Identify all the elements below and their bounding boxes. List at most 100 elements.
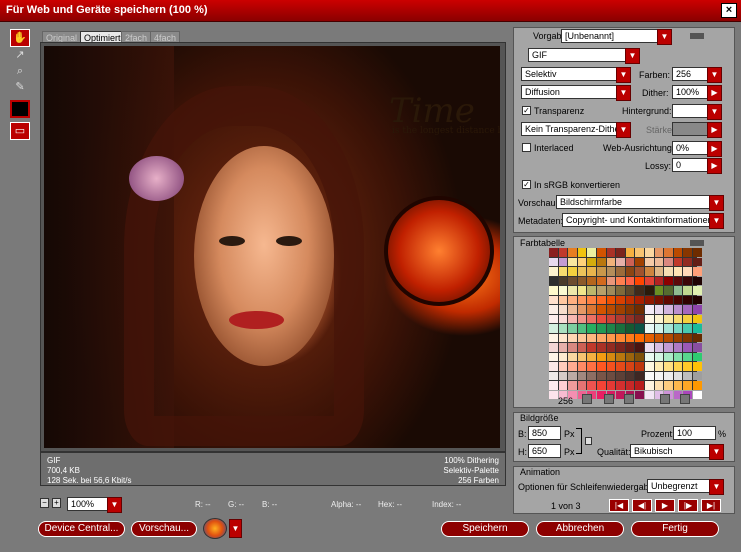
color-swatch[interactable] [654, 305, 664, 314]
color-swatch[interactable] [673, 371, 683, 380]
color-swatch[interactable] [558, 333, 568, 342]
color-swatch[interactable] [683, 343, 692, 352]
color-swatch[interactable] [596, 314, 606, 323]
eyedropper-tool-icon[interactable]: ✎ [10, 79, 30, 97]
color-swatch[interactable] [616, 276, 625, 285]
color-swatch[interactable] [635, 276, 644, 285]
color-swatch[interactable] [549, 305, 558, 314]
color-swatch[interactable] [635, 343, 644, 352]
optimize-menu-icon[interactable] [690, 33, 704, 39]
color-swatch[interactable] [549, 286, 558, 295]
last-frame-button[interactable]: ▶| [701, 499, 721, 512]
color-swatch[interactable] [549, 324, 558, 333]
color-swatch[interactable] [568, 362, 577, 371]
color-swatch[interactable] [625, 314, 635, 323]
color-swatch[interactable] [596, 267, 606, 276]
color-swatch[interactable] [644, 390, 654, 399]
vorschau-select[interactable]: Bildschirmfarbe ▼ [556, 195, 724, 211]
browser-icon[interactable] [203, 518, 227, 539]
color-swatch[interactable] [616, 352, 625, 361]
color-swatch[interactable] [625, 286, 635, 295]
color-swatch[interactable] [664, 286, 673, 295]
color-swatch[interactable] [568, 381, 577, 390]
color-swatch[interactable] [558, 305, 568, 314]
color-swatch[interactable] [596, 362, 606, 371]
color-swatch[interactable] [635, 305, 644, 314]
color-swatch[interactable] [568, 333, 577, 342]
lossy-select[interactable]: 0 ▶ [672, 158, 722, 174]
color-swatch[interactable] [568, 371, 577, 380]
zoom-in-button[interactable]: + [52, 498, 61, 508]
color-swatch[interactable] [654, 371, 664, 380]
color-swatch[interactable] [644, 305, 654, 314]
color-swatch[interactable] [596, 286, 606, 295]
color-swatch[interactable] [616, 286, 625, 295]
color-swatch[interactable] [549, 343, 558, 352]
zoom-select[interactable]: 100% ▼ [67, 497, 122, 513]
color-swatch[interactable] [635, 381, 644, 390]
close-button[interactable]: × [721, 3, 737, 18]
color-swatch[interactable] [664, 371, 673, 380]
color-swatch[interactable] [606, 248, 616, 257]
delete-color-icon[interactable] [680, 394, 690, 404]
color-swatch[interactable] [577, 333, 587, 342]
color-swatch[interactable] [558, 295, 568, 304]
color-swatch[interactable] [558, 352, 568, 361]
color-swatch[interactable] [549, 362, 558, 371]
color-swatch[interactable] [692, 286, 702, 295]
color-swatch[interactable] [664, 333, 673, 342]
color-swatch[interactable] [692, 257, 702, 266]
color-swatch[interactable] [606, 314, 616, 323]
save-button[interactable]: Speichern [441, 521, 529, 537]
color-swatch[interactable] [673, 286, 683, 295]
color-swatch[interactable] [654, 343, 664, 352]
color-swatch[interactable] [558, 324, 568, 333]
color-swatch[interactable] [587, 248, 596, 257]
color-swatch[interactable] [606, 362, 616, 371]
color-swatch[interactable] [625, 324, 635, 333]
color-swatch[interactable] [558, 371, 568, 380]
color-swatch[interactable] [692, 276, 702, 285]
color-swatch[interactable] [683, 324, 692, 333]
color-swatch[interactable] [616, 371, 625, 380]
color-swatch[interactable] [625, 248, 635, 257]
color-swatch[interactable] [625, 362, 635, 371]
color-swatch[interactable] [549, 390, 558, 399]
color-swatch[interactable] [692, 343, 702, 352]
width-input[interactable]: 850 [528, 426, 561, 440]
color-swatch[interactable] [625, 276, 635, 285]
color-swatch[interactable] [587, 267, 596, 276]
color-swatch[interactable] [616, 314, 625, 323]
color-swatch[interactable] [596, 324, 606, 333]
interlaced-checkbox[interactable] [522, 143, 531, 152]
color-swatch[interactable] [664, 324, 673, 333]
color-swatch[interactable] [644, 314, 654, 323]
format-select[interactable]: GIF ▼ [528, 48, 640, 64]
color-swatch[interactable] [558, 276, 568, 285]
color-swatch[interactable] [654, 248, 664, 257]
color-swatch[interactable] [587, 276, 596, 285]
color-swatch[interactable] [568, 267, 577, 276]
color-swatch[interactable] [683, 295, 692, 304]
color-swatch[interactable] [606, 352, 616, 361]
color-swatch[interactable] [673, 314, 683, 323]
color-swatch[interactable] [644, 295, 654, 304]
color-swatch[interactable] [568, 314, 577, 323]
dither-algo-select[interactable]: Diffusion ▼ [521, 85, 631, 101]
srgb-checkbox[interactable]: ✓ [522, 180, 531, 189]
color-swatch[interactable] [549, 352, 558, 361]
color-swatch[interactable] [587, 371, 596, 380]
color-swatch[interactable] [568, 295, 577, 304]
done-button[interactable]: Fertig [631, 521, 719, 537]
color-swatch[interactable] [568, 324, 577, 333]
color-swatch[interactable] [692, 314, 702, 323]
color-swatch[interactable] [664, 352, 673, 361]
color-swatch[interactable] [606, 267, 616, 276]
color-swatch[interactable] [644, 352, 654, 361]
color-swatch[interactable] [625, 267, 635, 276]
color-swatch[interactable] [683, 333, 692, 342]
color-swatch[interactable] [644, 324, 654, 333]
color-swatch[interactable] [616, 324, 625, 333]
color-swatch[interactable] [596, 381, 606, 390]
prev-frame-button[interactable]: ◀| [632, 499, 652, 512]
